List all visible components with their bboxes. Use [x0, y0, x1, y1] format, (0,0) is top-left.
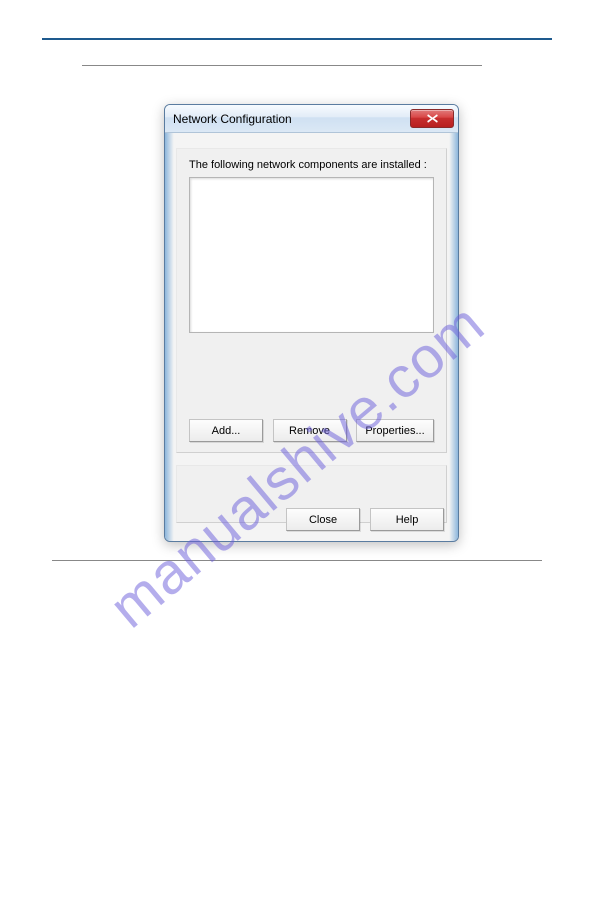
- close-button[interactable]: Close: [286, 508, 360, 531]
- remove-button[interactable]: Remove: [273, 419, 347, 442]
- network-configuration-dialog: Network Configuration The following netw…: [164, 104, 459, 542]
- section-rule-bottom: [52, 560, 542, 561]
- close-window-button[interactable]: [410, 109, 454, 128]
- components-panel: The following network components are ins…: [176, 148, 447, 453]
- close-icon: [427, 114, 438, 123]
- action-button-row: Add... Remove Properties...: [189, 419, 434, 442]
- components-label: The following network components are ins…: [189, 159, 434, 171]
- dialog-footer-buttons: Close Help: [286, 508, 444, 531]
- section-rule-top: [82, 65, 482, 66]
- header-rule: [42, 38, 552, 40]
- dialog-titlebar[interactable]: Network Configuration: [165, 105, 458, 133]
- dialog-body: The following network components are ins…: [165, 133, 458, 541]
- dialog-title: Network Configuration: [173, 112, 410, 126]
- properties-button[interactable]: Properties...: [356, 419, 434, 442]
- add-button[interactable]: Add...: [189, 419, 263, 442]
- help-button[interactable]: Help: [370, 508, 444, 531]
- components-listbox[interactable]: [189, 177, 434, 333]
